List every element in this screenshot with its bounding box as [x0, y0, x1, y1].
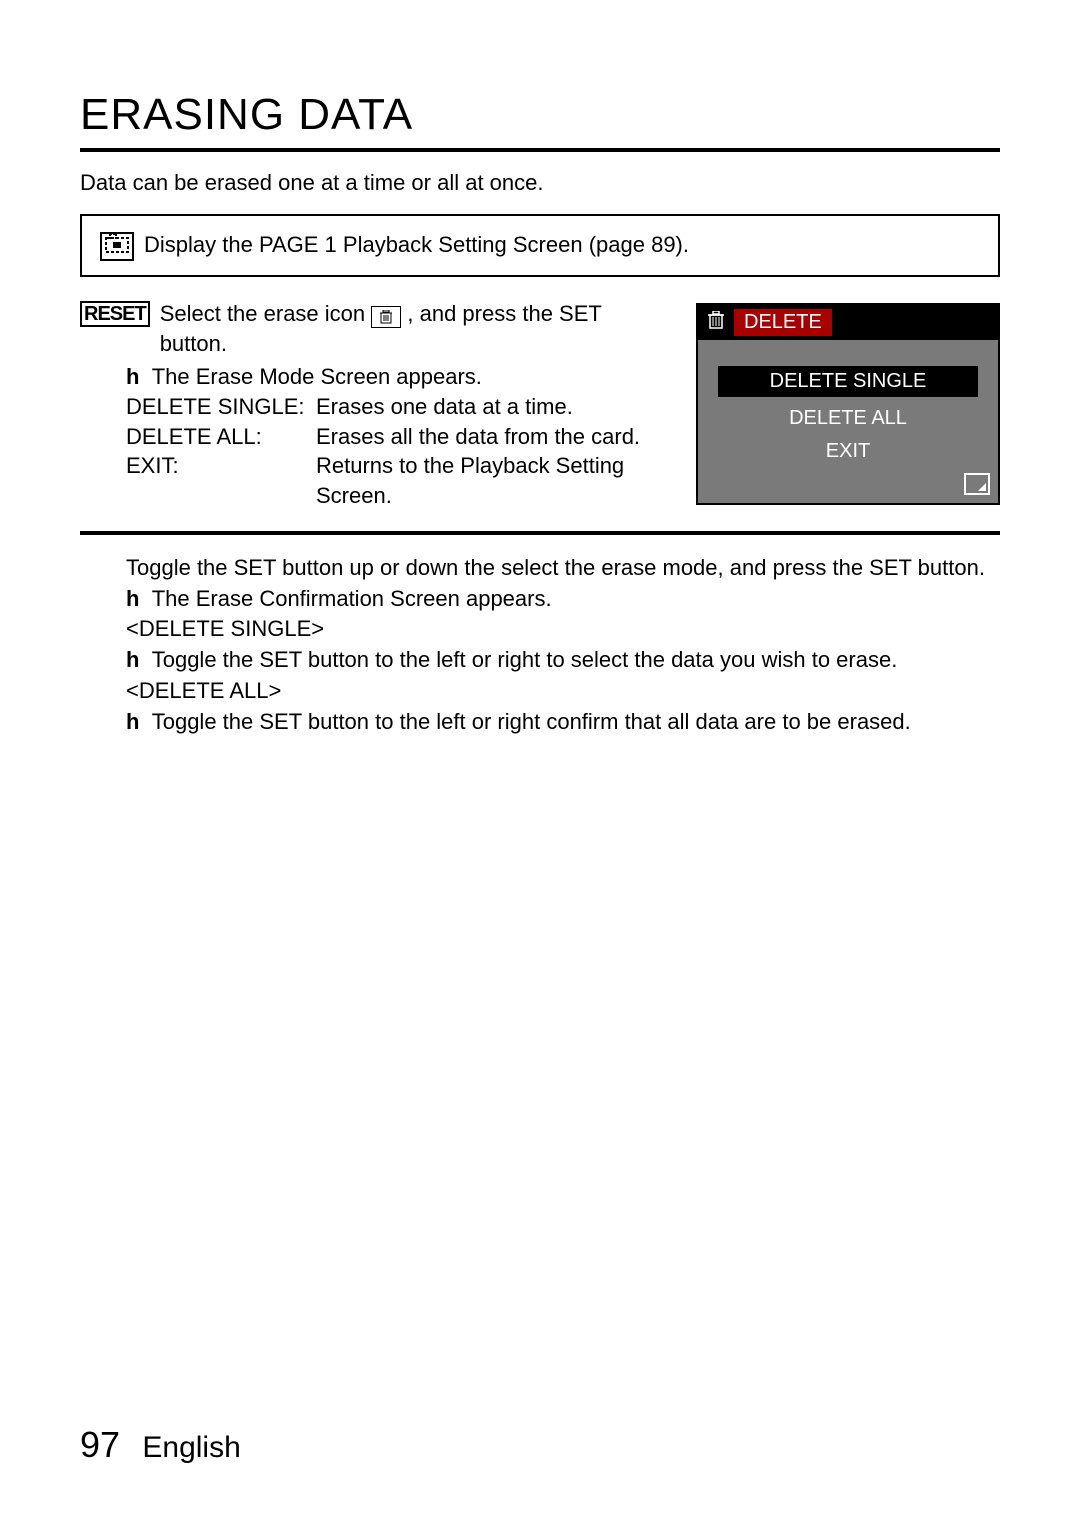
page-title: ERASING DATA	[80, 90, 1000, 140]
bullet-h-icon: h	[126, 645, 146, 676]
step3-bullet3: h Toggle the SET button to the left or r…	[126, 707, 1000, 738]
screen-resize-icon	[964, 473, 990, 495]
step3-bullet3-text: Toggle the SET button to the left or rig…	[152, 709, 911, 734]
def-desc: Erases all the data from the card.	[316, 422, 640, 452]
screen-option-exit: EXIT	[718, 440, 978, 463]
reset-icon: RESET	[80, 301, 150, 327]
screen-body: DELETE SINGLE DELETE ALL EXIT	[698, 340, 998, 503]
title-rule	[80, 148, 1000, 152]
page-language: English	[142, 1431, 240, 1464]
page-number: 97	[80, 1424, 120, 1465]
def-row: DELETE ALL: Erases all the data from the…	[126, 422, 666, 452]
step3-bullet2: h Toggle the SET button to the left or r…	[126, 645, 1000, 676]
def-desc: Erases one data at a time.	[316, 392, 573, 422]
bullet-h-icon: h	[126, 362, 146, 392]
screen-option-delete-single: DELETE SINGLE	[718, 366, 978, 397]
bullet-h-icon: h	[126, 707, 146, 738]
step3-line1: Toggle the SET button up or down the sel…	[126, 553, 1000, 584]
def-term: EXIT:	[126, 451, 316, 510]
screen-header: DELETE	[698, 305, 998, 340]
def-desc: Returns to the Playback Setting Screen.	[316, 451, 666, 510]
step-3-block: Toggle the SET button up or down the sel…	[80, 553, 1000, 738]
section-rule	[80, 531, 1000, 535]
camera-dotted-icon	[100, 232, 134, 261]
step-1-box: Display the PAGE 1 Playback Setting Scre…	[80, 214, 1000, 277]
step3-head1: <DELETE SINGLE>	[126, 614, 1000, 645]
def-row: DELETE SINGLE: Erases one data at a time…	[126, 392, 666, 422]
def-term: DELETE SINGLE:	[126, 392, 316, 422]
erase-icon	[371, 306, 401, 328]
step3-bullet1: h The Erase Confirmation Screen appears.	[126, 584, 1000, 615]
screen-option-delete-all: DELETE ALL	[718, 407, 978, 430]
footer: 97 English	[80, 1424, 241, 1466]
step3-bullet2-text: Toggle the SET button to the left or rig…	[152, 647, 898, 672]
step2-bullet-text: The Erase Mode Screen appears.	[152, 364, 482, 389]
screen-title-tab: DELETE	[734, 309, 832, 336]
step3-head2: <DELETE ALL>	[126, 676, 1000, 707]
step2-text-a: Select the erase icon	[160, 301, 372, 326]
bullet-h-icon: h	[126, 584, 146, 615]
def-row: EXIT: Returns to the Playback Setting Sc…	[126, 451, 666, 510]
step-2-text: Select the erase icon , and press the SE…	[160, 299, 666, 358]
trash-icon	[708, 311, 724, 334]
intro-text: Data can be erased one at a time or all …	[80, 170, 1000, 196]
step-1-text: Display the PAGE 1 Playback Setting Scre…	[144, 230, 689, 260]
step3-bullet1-text: The Erase Confirmation Screen appears.	[152, 586, 552, 611]
step2-bullet: h The Erase Mode Screen appears.	[126, 362, 666, 392]
step-2-row: RESET Select the erase icon , an	[80, 299, 1000, 511]
def-term: DELETE ALL:	[126, 422, 316, 452]
lcd-screen: DELETE DELETE SINGLE DELETE ALL EXIT	[696, 303, 1000, 505]
